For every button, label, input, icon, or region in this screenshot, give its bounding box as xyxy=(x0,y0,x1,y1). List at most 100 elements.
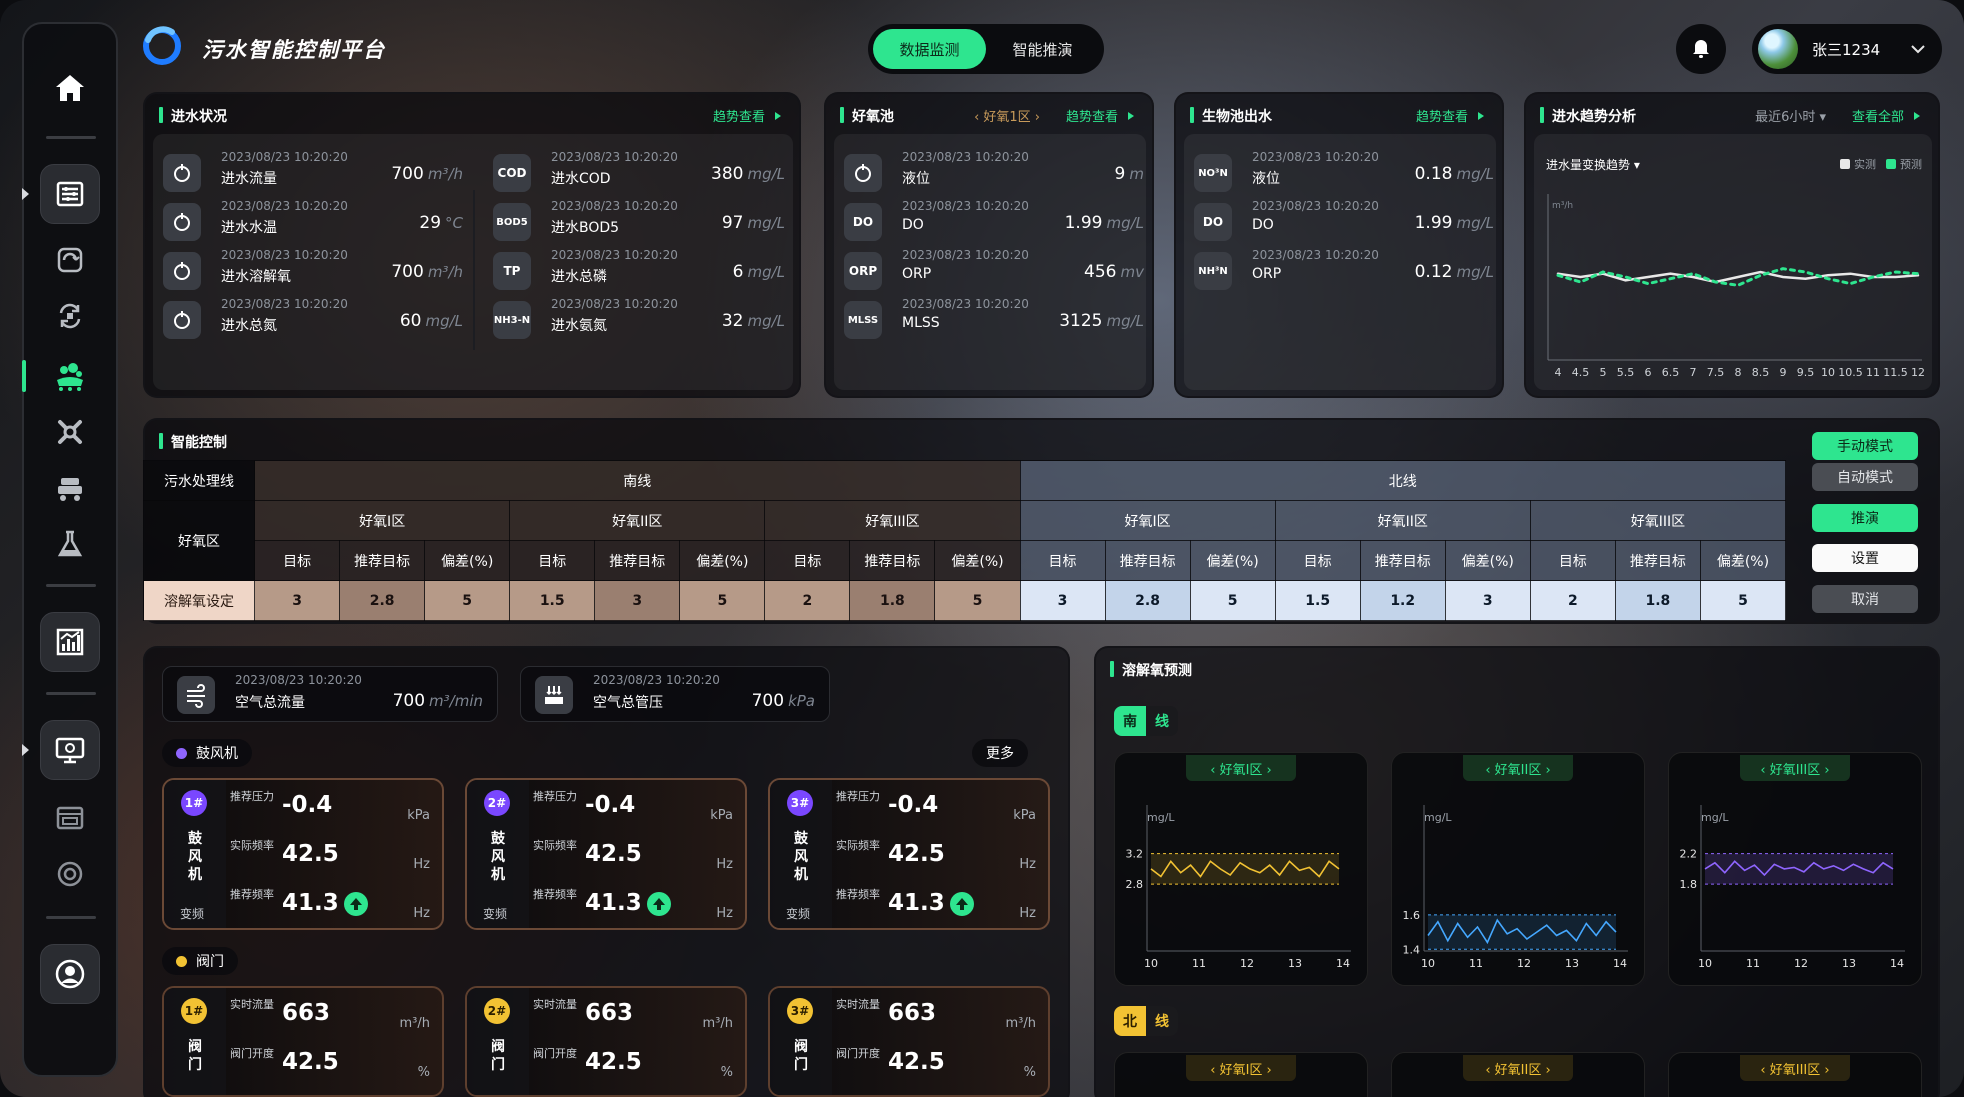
metric-value: 42.5 xyxy=(282,1049,339,1075)
setpoint-cell[interactable]: 1.8 xyxy=(1614,580,1701,621)
device-name: 阀门 xyxy=(188,1039,202,1073)
metric-label: 推荐频率 xyxy=(836,888,880,901)
metric-name: 空气总管压 xyxy=(593,695,663,711)
device-metric-row: 推荐压力 -0.4 kPa xyxy=(226,780,442,829)
tab-data-monitor[interactable]: 数据监测 xyxy=(873,29,986,69)
zone-switcher[interactable]: ‹ 好氧1区 › xyxy=(974,106,1040,125)
truck-icon[interactable] xyxy=(40,458,100,518)
south-line-tab[interactable]: 南 线 xyxy=(1114,706,1178,736)
user-icon[interactable] xyxy=(40,944,100,1004)
metric-unit: Hz xyxy=(413,857,430,872)
setpoint-cell[interactable]: 3 xyxy=(254,580,341,621)
aeration-icon[interactable] xyxy=(40,346,100,406)
notification-button[interactable] xyxy=(1676,24,1726,74)
deduce-button[interactable]: 推演 xyxy=(1812,504,1918,532)
zone-switcher[interactable]: ‹ 好氧II区 › xyxy=(1463,1055,1573,1081)
metric-label: 推荐压力 xyxy=(533,790,577,803)
setpoint-cell[interactable]: 2.8 xyxy=(339,580,426,621)
x-tick-label: 13 xyxy=(1565,957,1579,970)
valve-card[interactable]: 3# 阀门 实时流量 663 m³/h 阀门开度 42.5% xyxy=(768,986,1050,1097)
zone-header: 好氧II区 xyxy=(509,500,766,541)
gear-icon[interactable] xyxy=(40,402,100,462)
setpoint-cell[interactable]: 5 xyxy=(679,580,766,621)
sidebar-divider xyxy=(46,692,96,695)
setpoint-cell[interactable]: 5 xyxy=(934,580,1021,621)
setpoint-cell[interactable]: 1.5 xyxy=(509,580,596,621)
cancel-button[interactable]: 取消 xyxy=(1812,585,1918,613)
dashboard-icon[interactable] xyxy=(40,164,100,224)
setpoint-cell[interactable]: 5 xyxy=(424,580,511,621)
metric-label: 推荐压力 xyxy=(836,790,880,803)
trend-view-link[interactable]: 趋势查看 xyxy=(713,106,781,125)
chart-icon[interactable] xyxy=(40,612,100,672)
do-mini-chart: mg/L 1.6 1.410 11 12 13 14 xyxy=(1403,805,1628,970)
tab-smart-deduce[interactable]: 智能推演 xyxy=(986,29,1099,69)
sync-icon[interactable] xyxy=(40,286,100,346)
metric-value: 380 mg/L xyxy=(711,164,785,184)
zone-switcher[interactable]: ‹ 好氧III区 › xyxy=(1740,1055,1850,1081)
device-badge: 1# xyxy=(181,790,207,816)
timestamp: 2023/08/23 10:20:20 xyxy=(235,673,362,687)
control-icon[interactable] xyxy=(40,230,100,290)
prediction-band xyxy=(1428,914,1616,950)
metric-label: 推荐频率 xyxy=(230,888,274,901)
setpoint-cell[interactable]: 3 xyxy=(1444,580,1531,621)
setpoint-cell[interactable]: 2.8 xyxy=(1104,580,1191,621)
metric-name: 进水总氮 xyxy=(221,318,277,334)
x-tick-label: 11 xyxy=(1192,957,1206,970)
zone-switcher[interactable]: ‹ 好氧I区 › xyxy=(1186,1055,1296,1081)
home-icon[interactable] xyxy=(40,58,100,118)
north-line-tab[interactable]: 北 线 xyxy=(1114,1006,1178,1036)
setpoint-cell[interactable]: 1.5 xyxy=(1274,580,1361,621)
blower-card[interactable]: 2# 鼓风机 变频 推荐压力 -0.4 kPa 实际频率 42.5 Hz 推荐频率 41.3 Hz xyxy=(465,778,747,930)
manual-mode-button[interactable]: 手动模式 xyxy=(1812,432,1918,460)
setpoint-cell[interactable]: 1.8 xyxy=(849,580,936,621)
setpoint-cell[interactable]: 2 xyxy=(1529,580,1616,621)
valve-card[interactable]: 1# 阀门 实时流量 663 m³/h 阀门开度 42.5% xyxy=(162,986,444,1097)
metric-unit: Hz xyxy=(716,906,733,921)
metric-value: 29 °C xyxy=(419,213,463,233)
settings-icon[interactable] xyxy=(40,844,100,904)
browser-icon[interactable] xyxy=(40,788,100,848)
orp-icon: ORP xyxy=(844,252,882,290)
metric-value: 663 xyxy=(282,1000,331,1026)
metric-unit: kPa xyxy=(1013,808,1036,823)
setpoint-cell[interactable]: 3 xyxy=(1019,580,1106,621)
metric-value: 9m xyxy=(1114,164,1144,184)
column-header: 偏差(%) xyxy=(424,540,511,581)
setpoint-cell[interactable]: 1.2 xyxy=(1359,580,1446,621)
blower-section-label: 鼓风机 xyxy=(162,739,252,767)
trend-view-link[interactable]: 趋势查看 xyxy=(1066,106,1134,125)
metric-value: 456 mv xyxy=(1084,262,1144,282)
setpoint-cell[interactable]: 5 xyxy=(1189,580,1276,621)
device-metric-row: 阀门开度 42.5% xyxy=(832,1037,1048,1086)
x-tick-label: 12 xyxy=(1517,957,1531,970)
auto-mode-button[interactable]: 自动模式 xyxy=(1812,463,1918,491)
nh3n-icon: NH3-N xyxy=(493,301,531,339)
metric-value: 700 m³/min xyxy=(392,691,483,711)
metric-name: ORP xyxy=(1252,266,1282,282)
timestamp: 2023/08/23 10:20:20 xyxy=(902,150,1029,164)
thermo-icon xyxy=(163,203,201,241)
set-button[interactable]: 设置 xyxy=(1812,544,1918,572)
aerobic-panel: 好氧池 ‹ 好氧1区 › 趋势查看 2023/08/23 10:20:20 液位 9… xyxy=(824,92,1154,398)
setpoint-cell[interactable]: 2 xyxy=(764,580,851,621)
trend-view-link[interactable]: 趋势查看 xyxy=(1416,106,1484,125)
blower-dot xyxy=(176,747,187,759)
cod-icon: COD xyxy=(493,154,531,192)
column-header: 偏差(%) xyxy=(1189,540,1276,581)
tn-icon xyxy=(163,301,201,339)
blower-card[interactable]: 3# 鼓风机 变频 推荐压力 -0.4 kPa 实际频率 42.5 Hz 推荐频率 41.3 Hz xyxy=(768,778,1050,930)
metric-unit: % xyxy=(720,1065,733,1080)
flask-icon[interactable] xyxy=(40,514,100,574)
user-menu[interactable]: 张三1234 xyxy=(1752,24,1942,74)
blower-card[interactable]: 1# 鼓风机 变频 推荐压力 -0.4 kPa 实际频率 42.5 Hz 推荐频率 41.3 Hz xyxy=(162,778,444,930)
expand-caret-icon[interactable] xyxy=(22,744,29,756)
monitor-icon[interactable] xyxy=(40,720,100,780)
setpoint-cell[interactable]: 3 xyxy=(594,580,681,621)
expand-caret-icon[interactable] xyxy=(22,188,29,200)
panel-title: 智能控制 xyxy=(159,432,227,452)
valve-card[interactable]: 2# 阀门 实时流量 663 m³/h 阀门开度 42.5% xyxy=(465,986,747,1097)
more-button[interactable]: 更多 xyxy=(972,739,1028,767)
setpoint-cell[interactable]: 5 xyxy=(1699,580,1787,621)
